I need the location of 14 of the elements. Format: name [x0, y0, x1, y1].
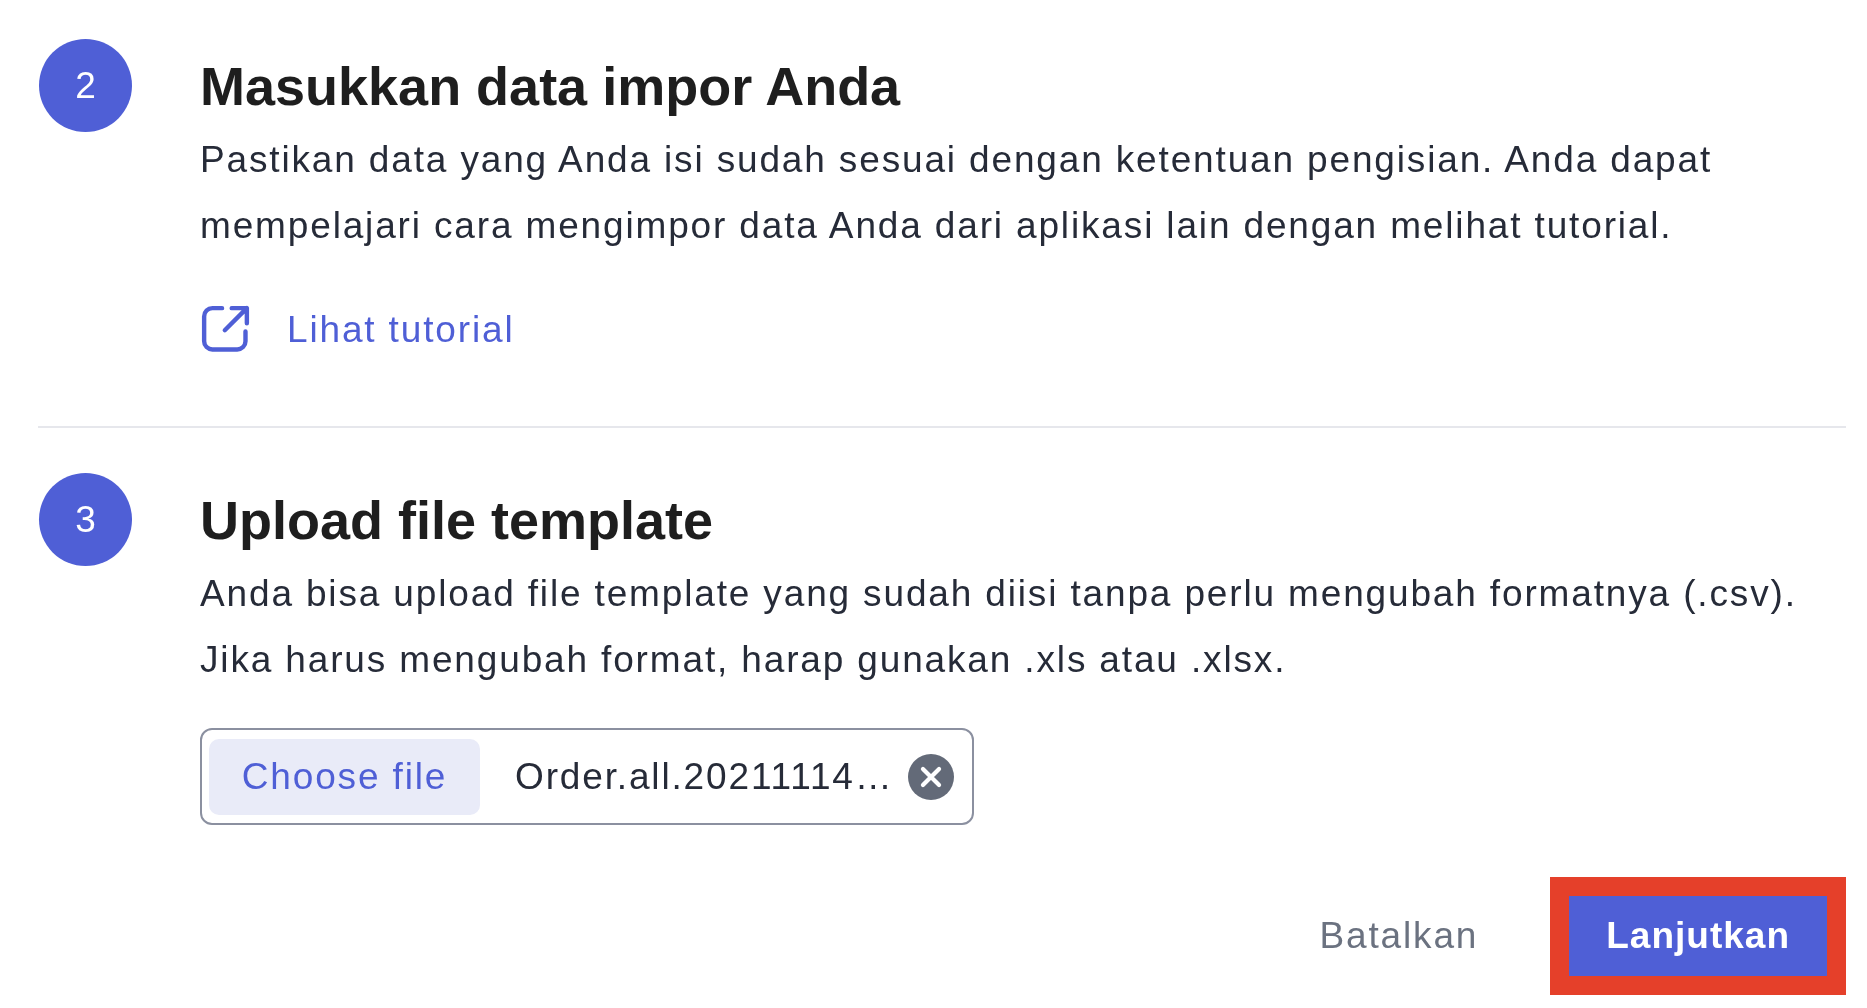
choose-file-button[interactable]: Choose file: [209, 738, 480, 815]
file-name: Order.all.20211114…: [515, 755, 895, 798]
step-number: 2: [39, 39, 132, 132]
clear-icon[interactable]: [908, 753, 954, 800]
step-description: Anda bisa upload file template yang sudah diisi tanpa perlu mengubah formatnya (.csv). Jika harus mengubah format, harap gunakan .xls atau .xlsx.: [200, 572, 1798, 682]
continue-button[interactable]: Lanjutkan: [1569, 896, 1827, 976]
step-title: Upload file template: [200, 489, 714, 552]
step-description: Pastikan data yang Anda isi sudah sesuai dengan ketentuan pengisian. Anda dapat mempelajari cara mengimpor data Anda dari aplikasi lain dengan melihat tutorial.: [200, 138, 1714, 248]
tutorial-link[interactable]: Lihat tutorial: [200, 304, 515, 355]
step-number: 3: [39, 473, 132, 566]
step-title: Masukkan data impor Anda: [200, 55, 901, 118]
external-link-icon: [200, 304, 251, 355]
file-input-field[interactable]: Choose file Order.all.20211114…: [200, 728, 974, 825]
cancel-button[interactable]: Batalkan: [1303, 896, 1495, 976]
